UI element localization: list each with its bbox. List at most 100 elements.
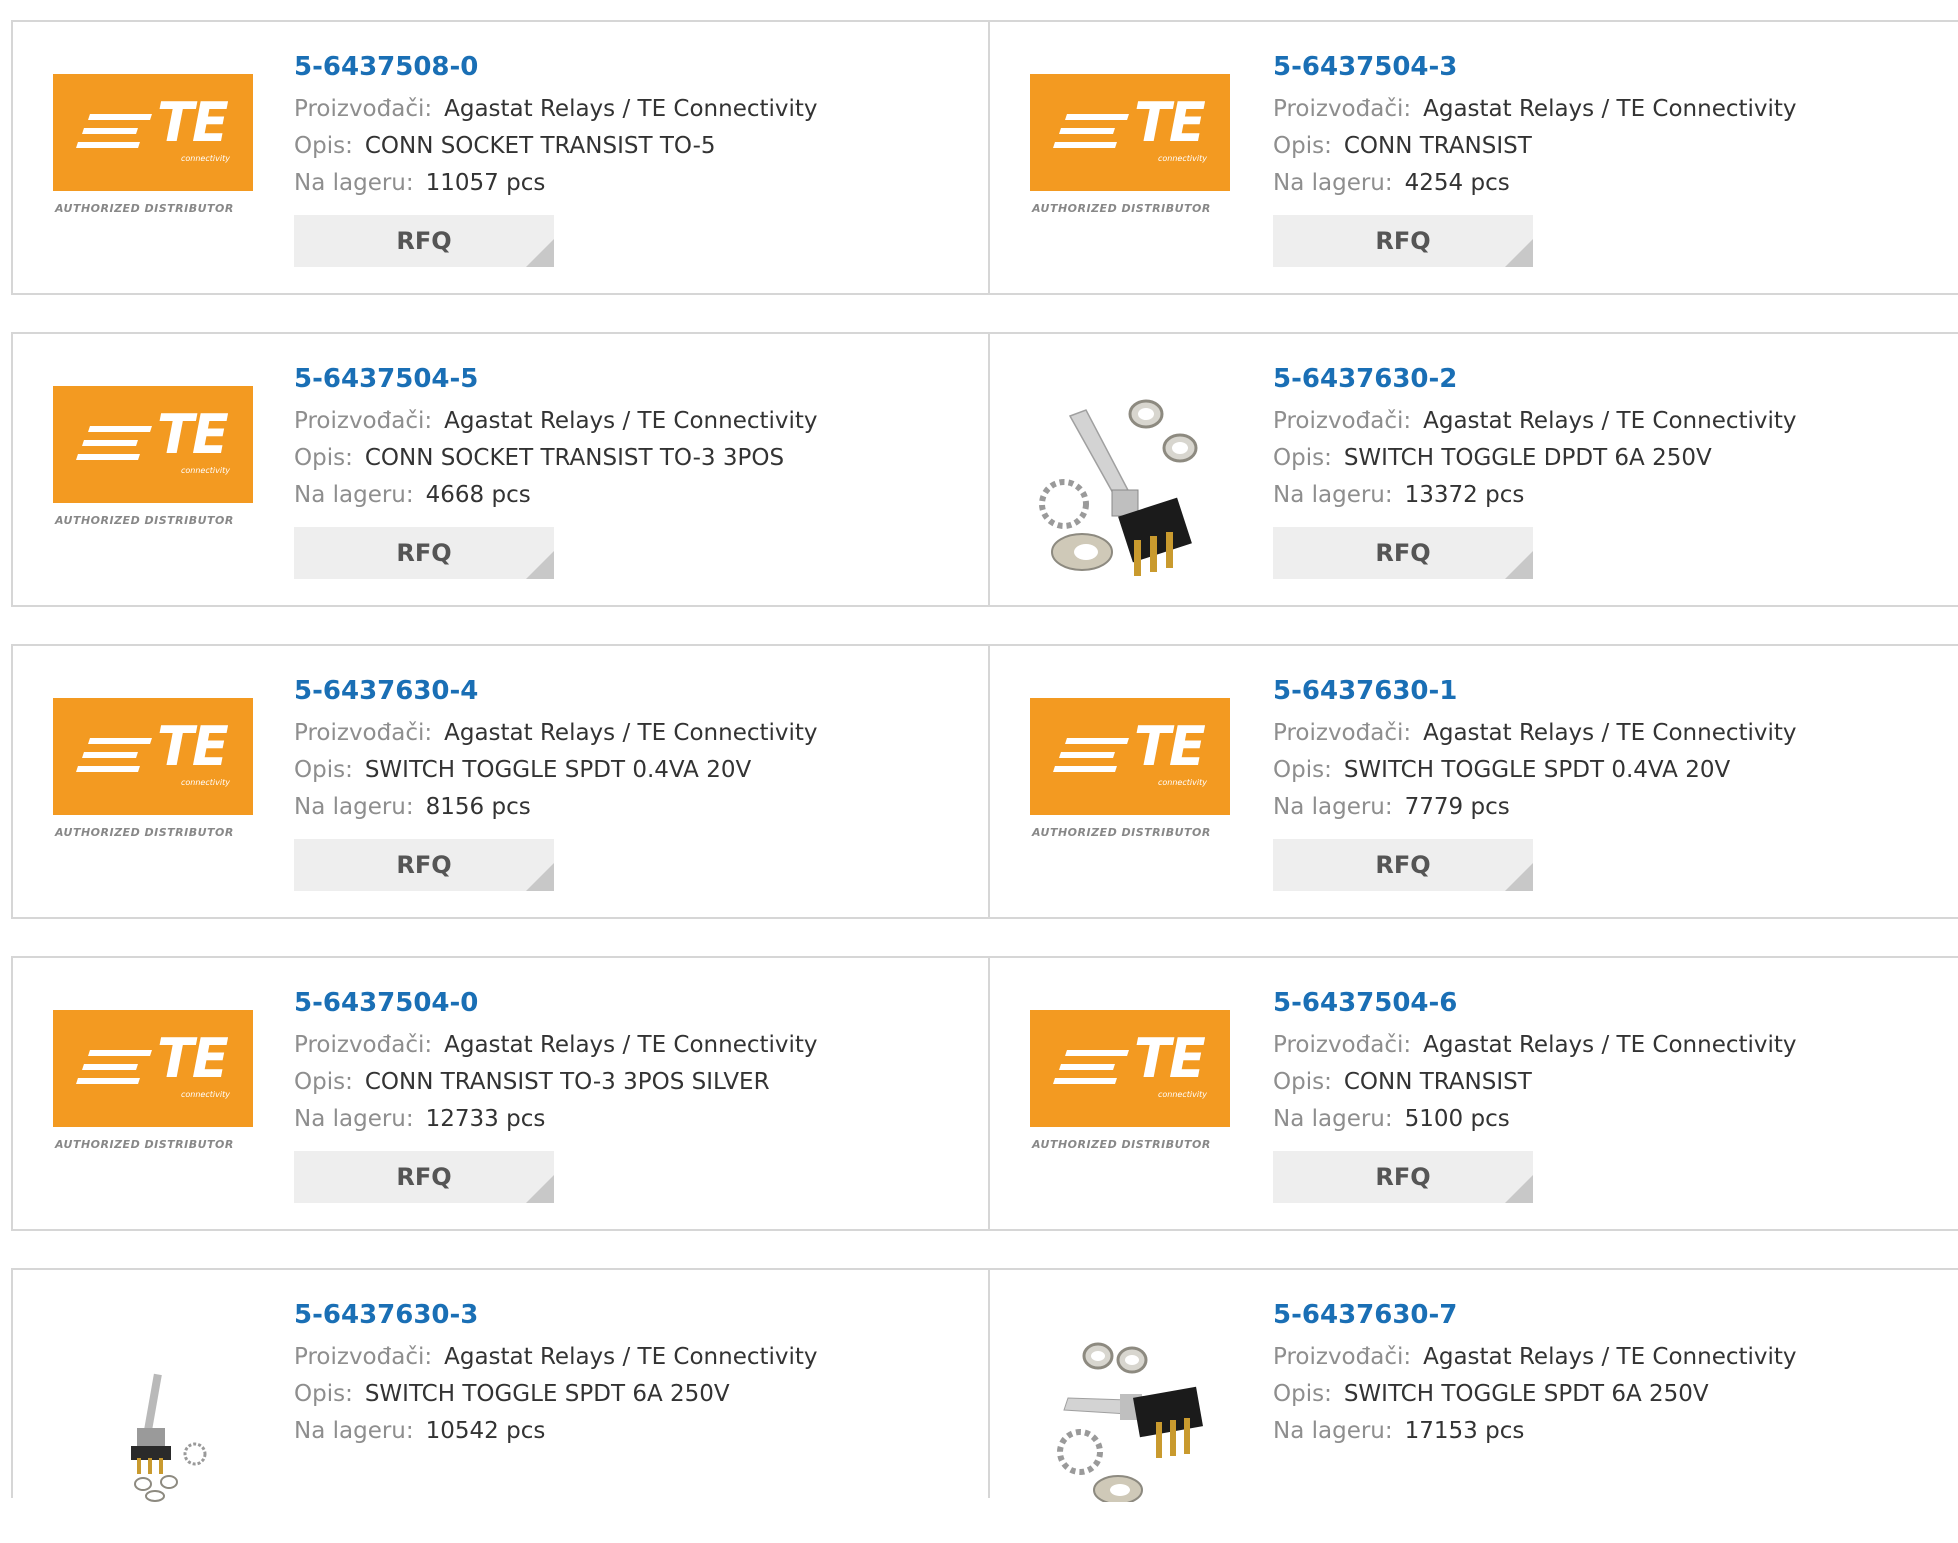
logo-text: TE <box>1134 715 1206 778</box>
stock-value: 12733 pcs <box>425 1106 546 1132</box>
product-image[interactable]: TE connectivity AUTHORIZED DISTRIBUTOR <box>51 698 255 858</box>
rfq-button[interactable]: RFQ <box>1273 527 1533 579</box>
description-label: Opis: <box>1273 757 1332 783</box>
stock-value: 4668 pcs <box>425 482 531 508</box>
part-number-link[interactable]: 5-6437504-5 <box>294 362 818 396</box>
logo-subtext: connectivity <box>1158 154 1207 163</box>
corner-triangle-icon <box>1505 863 1533 891</box>
product-image[interactable]: TE connectivity AUTHORIZED DISTRIBUTOR <box>1028 698 1232 858</box>
logo-orange-panel: TE connectivity <box>53 74 253 191</box>
logo-text: TE <box>157 91 229 154</box>
description-value: SWITCH TOGGLE SPDT 0.4VA 20V <box>364 757 752 783</box>
description-value: CONN TRANSIST <box>1343 133 1532 159</box>
logo-orange-panel: TE connectivity <box>1030 74 1230 191</box>
description-value: CONN TRANSIST TO-3 3POS SILVER <box>364 1069 770 1095</box>
logo-orange-panel: TE connectivity <box>1030 698 1230 815</box>
product-card: TE connectivity AUTHORIZED DISTRIBUTOR 5… <box>990 956 1958 1231</box>
description-label: Opis: <box>294 445 353 471</box>
rfq-label: RFQ <box>396 227 452 255</box>
description-label: Opis: <box>294 757 353 783</box>
part-number-link[interactable]: 5-6437630-4 <box>294 674 818 708</box>
part-number-link[interactable]: 5-6437630-3 <box>294 1298 818 1332</box>
logo-orange-panel: TE connectivity <box>53 698 253 815</box>
logo-tagline: AUTHORIZED DISTRIBUTOR <box>55 514 234 527</box>
product-info: 5-6437630-1 Proizvođači: Agastat Relays /… <box>1273 674 1797 891</box>
description-value: SWITCH TOGGLE DPDT 6A 250V <box>1343 445 1712 471</box>
part-number-link[interactable]: 5-6437504-6 <box>1273 986 1797 1020</box>
product-image[interactable]: TE connectivity AUTHORIZED DISTRIBUTOR <box>51 1010 255 1170</box>
manufacturer-label: Proizvođači: <box>1273 408 1412 434</box>
logo-tagline: AUTHORIZED DISTRIBUTOR <box>1032 826 1211 839</box>
rfq-button[interactable]: RFQ <box>1273 215 1533 267</box>
manufacturer-label: Proizvođači: <box>294 1032 433 1058</box>
stock-row: Na lageru: 4254 pcs <box>1273 165 1797 202</box>
description-value: CONN SOCKET TRANSIST TO-3 3POS <box>364 445 785 471</box>
rfq-label: RFQ <box>1375 539 1431 567</box>
rfq-label: RFQ <box>1375 227 1431 255</box>
rfq-label: RFQ <box>396 539 452 567</box>
description-row: Opis: SWITCH TOGGLE SPDT 0.4VA 20V <box>294 752 818 789</box>
product-info: 5-6437630-3 Proizvođači: Agastat Relays /… <box>294 1298 818 1450</box>
stock-value: 7779 pcs <box>1404 794 1510 820</box>
stock-row: Na lageru: 17153 pcs <box>1273 1413 1797 1450</box>
corner-triangle-icon <box>526 1175 554 1203</box>
description-row: Opis: SWITCH TOGGLE SPDT 6A 250V <box>294 1376 818 1413</box>
product-image[interactable] <box>1028 1322 1232 1502</box>
te-connectivity-logo: TE connectivity AUTHORIZED DISTRIBUTOR <box>51 1010 255 1170</box>
part-number-link[interactable]: 5-6437508-0 <box>294 50 818 84</box>
product-card: TE connectivity AUTHORIZED DISTRIBUTOR 5… <box>11 644 990 919</box>
logo-text: TE <box>157 403 229 466</box>
product-image[interactable]: TE connectivity AUTHORIZED DISTRIBUTOR <box>1028 1010 1232 1170</box>
stock-label: Na lageru: <box>1273 482 1393 508</box>
description-value: SWITCH TOGGLE SPDT 6A 250V <box>1343 1381 1709 1407</box>
description-row: Opis: CONN TRANSIST TO-3 3POS SILVER <box>294 1064 818 1101</box>
part-number-link[interactable]: 5-6437630-7 <box>1273 1298 1797 1332</box>
manufacturer-value: Agastat Relays / TE Connectivity <box>444 720 818 746</box>
manufacturer-value: Agastat Relays / TE Connectivity <box>444 1344 818 1370</box>
description-value: CONN SOCKET TRANSIST TO-5 <box>364 133 716 159</box>
manufacturer-row: Proizvođači: Agastat Relays / TE Connecti… <box>1273 91 1797 128</box>
manufacturer-label: Proizvođači: <box>1273 1032 1412 1058</box>
product-image[interactable]: TE connectivity AUTHORIZED DISTRIBUTOR <box>51 74 255 234</box>
logo-orange-panel: TE connectivity <box>53 386 253 503</box>
part-number-link[interactable]: 5-6437630-1 <box>1273 674 1797 708</box>
rfq-button[interactable]: RFQ <box>1273 839 1533 891</box>
rfq-button[interactable]: RFQ <box>294 839 554 891</box>
stock-label: Na lageru: <box>1273 1106 1393 1132</box>
product-image[interactable]: TE connectivity AUTHORIZED DISTRIBUTOR <box>1028 74 1232 234</box>
logo-text: TE <box>1134 91 1206 154</box>
description-label: Opis: <box>294 1381 353 1407</box>
stock-label: Na lageru: <box>294 1418 414 1444</box>
stock-label: Na lageru: <box>294 170 414 196</box>
product-card: TE connectivity AUTHORIZED DISTRIBUTOR 5… <box>11 20 990 295</box>
stock-value: 13372 pcs <box>1404 482 1525 508</box>
rfq-button[interactable]: RFQ <box>294 1151 554 1203</box>
product-image[interactable] <box>1028 386 1232 576</box>
corner-triangle-icon <box>526 239 554 267</box>
description-label: Opis: <box>1273 1381 1332 1407</box>
description-label: Opis: <box>1273 1069 1332 1095</box>
stock-label: Na lageru: <box>1273 794 1393 820</box>
stock-row: Na lageru: 7779 pcs <box>1273 789 1797 826</box>
product-card: 5-6437630-2 Proizvođači: Agastat Relays /… <box>990 332 1958 607</box>
description-row: Opis: SWITCH TOGGLE SPDT 6A 250V <box>1273 1376 1797 1413</box>
part-number-link[interactable]: 5-6437504-0 <box>294 986 818 1020</box>
part-number-link[interactable]: 5-6437630-2 <box>1273 362 1797 396</box>
manufacturer-value: Agastat Relays / TE Connectivity <box>1423 1344 1797 1370</box>
rfq-button[interactable]: RFQ <box>294 215 554 267</box>
manufacturer-label: Proizvođači: <box>294 1344 433 1370</box>
description-label: Opis: <box>1273 445 1332 471</box>
product-card: 5-6437630-3 Proizvođači: Agastat Relays /… <box>11 1268 990 1502</box>
product-info: 5-6437504-5 Proizvođači: Agastat Relays /… <box>294 362 818 579</box>
rfq-button[interactable]: RFQ <box>1273 1151 1533 1203</box>
product-image[interactable]: TE connectivity AUTHORIZED DISTRIBUTOR <box>51 386 255 546</box>
part-number-link[interactable]: 5-6437504-3 <box>1273 50 1797 84</box>
description-row: Opis: SWITCH TOGGLE SPDT 0.4VA 20V <box>1273 752 1797 789</box>
description-row: Opis: CONN TRANSIST <box>1273 1064 1797 1101</box>
manufacturer-row: Proizvođači: Agastat Relays / TE Connecti… <box>1273 715 1797 752</box>
manufacturer-row: Proizvođači: Agastat Relays / TE Connecti… <box>294 1339 818 1376</box>
product-info: 5-6437630-7 Proizvođači: Agastat Relays /… <box>1273 1298 1797 1450</box>
small-toggle-switch-photo <box>131 1373 207 1502</box>
rfq-button[interactable]: RFQ <box>294 527 554 579</box>
product-image[interactable] <box>51 1322 255 1502</box>
